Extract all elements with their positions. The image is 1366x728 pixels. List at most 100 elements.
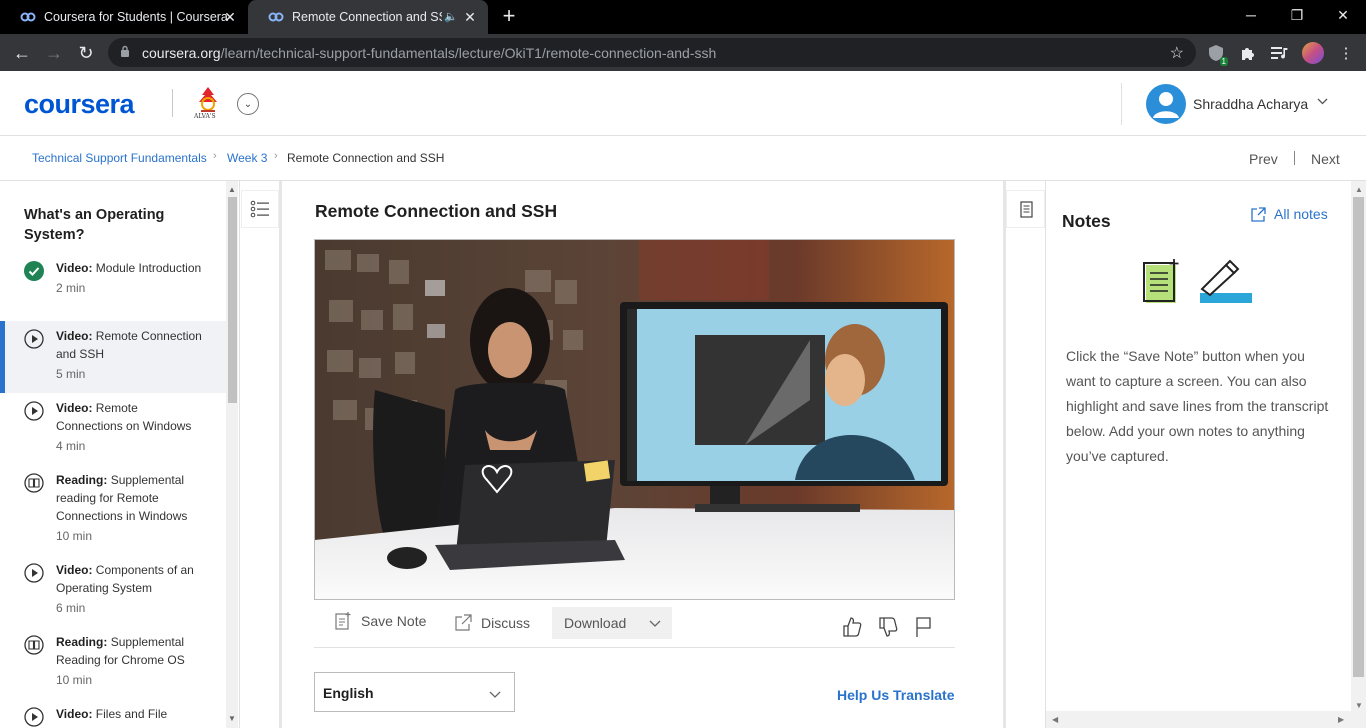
chevron-down-icon[interactable] xyxy=(1317,97,1328,108)
url-text: coursera.org/learn/technical-support-fun… xyxy=(142,45,717,61)
shield-extension-icon[interactable]: 1 xyxy=(1206,43,1228,66)
close-tab-icon[interactable]: ✕ xyxy=(462,9,478,25)
new-tab-button[interactable]: + xyxy=(498,5,520,28)
scroll-down-arrow-icon[interactable]: ▼ xyxy=(228,714,236,723)
discuss-label: Discuss xyxy=(481,615,531,631)
video-frame xyxy=(315,240,954,599)
speaker-icon[interactable]: 🔈 xyxy=(444,10,458,23)
close-window-icon[interactable]: ✕ xyxy=(1320,0,1366,30)
profile-avatar-icon[interactable] xyxy=(1302,42,1324,64)
notes-panel: Notes All notes Click the “Save Note” bu… xyxy=(1045,181,1366,728)
chevron-down-icon[interactable]: ⌄ xyxy=(237,93,259,115)
flag-icon[interactable] xyxy=(914,616,934,638)
item-kind: Reading: xyxy=(56,473,108,487)
course-sidebar: What's an Operating System? Video: Modul… xyxy=(0,181,240,728)
item-duration: 5 min xyxy=(56,367,86,381)
external-link-icon xyxy=(1251,206,1266,222)
breadcrumb-current: Remote Connection and SSH xyxy=(287,151,445,165)
coursera-favicon-icon xyxy=(268,9,284,25)
back-icon[interactable]: ← xyxy=(9,40,35,66)
thumbs-down-icon[interactable] xyxy=(878,616,898,638)
language-value: English xyxy=(323,685,374,701)
bookmark-star-icon[interactable]: ☆ xyxy=(1170,43,1184,63)
sidebar-item-components-of-os[interactable]: Video: Components of an Operating System… xyxy=(0,555,226,627)
notes-scrollbar-thumb[interactable] xyxy=(1353,197,1364,677)
site-header: coursera ALVA'S ⌄ Shraddha Acharya xyxy=(0,71,1366,136)
user-divider xyxy=(1121,83,1122,125)
all-notes-link[interactable]: All notes xyxy=(1251,206,1328,222)
outline-divider xyxy=(279,181,282,728)
coursera-logo[interactable]: coursera xyxy=(24,89,135,120)
reading-book-icon xyxy=(24,473,44,493)
chrome-menu-icon[interactable]: ⋮ xyxy=(1336,43,1356,63)
scroll-left-arrow-icon[interactable]: ◀ xyxy=(1052,715,1058,724)
breadcrumb: Technical Support Fundamentals › Week 3 … xyxy=(0,136,1366,181)
download-dropdown[interactable]: Download xyxy=(552,607,672,639)
next-button[interactable]: Next xyxy=(1311,151,1340,167)
help-translate-link[interactable]: Help Us Translate xyxy=(837,687,955,703)
coursera-favicon-icon xyxy=(20,9,36,25)
forward-icon[interactable]: → xyxy=(41,40,67,66)
sidebar-scrollbar-thumb[interactable] xyxy=(228,197,237,403)
sidebar-item-remote-connections-on-windows[interactable]: Video: Remote Connections on Windows 4 mi… xyxy=(0,393,226,465)
play-circle-icon xyxy=(24,401,44,421)
address-bar[interactable]: coursera.org/learn/technical-support-fun… xyxy=(108,38,1196,67)
extension-badge: 1 xyxy=(1219,57,1228,66)
breadcrumb-course-link[interactable]: Technical Support Fundamentals xyxy=(32,151,207,165)
extensions-puzzle-icon[interactable] xyxy=(1238,43,1258,63)
breadcrumb-week-link[interactable]: Week 3 xyxy=(227,151,267,165)
video-actions-bar: Save Note Discuss Download xyxy=(314,600,955,648)
minimize-icon[interactable]: ─ xyxy=(1228,0,1274,30)
scroll-up-arrow-icon[interactable]: ▲ xyxy=(1355,185,1363,194)
play-circle-icon xyxy=(24,329,44,349)
reading-book-icon xyxy=(24,635,44,655)
user-avatar-icon[interactable] xyxy=(1146,84,1186,124)
toggle-course-outline-button[interactable] xyxy=(241,190,279,228)
lock-icon xyxy=(121,45,129,57)
thumbs-up-icon[interactable] xyxy=(842,616,862,638)
scroll-down-arrow-icon[interactable]: ▼ xyxy=(1355,701,1363,710)
prev-button[interactable]: Prev xyxy=(1249,151,1278,167)
external-link-icon xyxy=(455,614,472,631)
media-control-icon[interactable] xyxy=(1270,43,1290,63)
reload-icon[interactable]: ↻ xyxy=(73,40,99,66)
item-kind: Video: xyxy=(56,401,93,415)
download-label: Download xyxy=(564,615,627,631)
notes-document-icon xyxy=(1020,201,1033,218)
close-tab-icon[interactable]: ✕ xyxy=(222,9,238,25)
item-kind: Video: xyxy=(56,563,93,577)
item-kind: Video: xyxy=(56,261,93,275)
sidebar-item-remote-connection-and-ssh[interactable]: Video: Remote Connection and SSH 5 min xyxy=(0,321,226,393)
video-player[interactable] xyxy=(314,239,955,600)
play-circle-icon xyxy=(24,707,44,727)
browser-tab-1[interactable]: Coursera for Students | Coursera ✕ xyxy=(0,0,248,34)
notes-horizontal-scrollbar[interactable] xyxy=(1046,711,1351,728)
completed-check-icon xyxy=(24,261,44,281)
browser-tab-2[interactable]: Remote Connection and SSH 🔈 ✕ xyxy=(248,0,488,34)
browser-tab-bar: Coursera for Students | Coursera ✕ Remot… xyxy=(0,0,1366,34)
discuss-button[interactable]: Discuss xyxy=(454,612,530,634)
logo-divider xyxy=(172,89,173,117)
play-circle-icon xyxy=(24,563,44,583)
save-note-button[interactable]: Save Note xyxy=(334,610,426,632)
restore-icon[interactable]: ❐ xyxy=(1274,0,1320,30)
sidebar-item-supplemental-reading-windows[interactable]: Reading: Supplemental reading for Remote… xyxy=(0,465,226,555)
notes-empty-description: Click the “Save Note” button when you wa… xyxy=(1066,348,1329,464)
toggle-notes-button[interactable] xyxy=(1006,190,1045,228)
browser-toolbar: ← → ↻ coursera.org/learn/technical-suppo… xyxy=(0,34,1366,71)
scroll-right-arrow-icon[interactable]: ▶ xyxy=(1338,715,1344,724)
partner-logo[interactable]: ALVA'S xyxy=(192,85,224,121)
section-title: What's an Operating System? xyxy=(24,207,165,243)
item-kind: Video: xyxy=(56,707,93,721)
item-kind: Reading: xyxy=(56,635,108,649)
user-name[interactable]: Shraddha Acharya xyxy=(1193,96,1308,112)
sidebar-item-module-introduction[interactable]: Video: Module Introduction 2 min xyxy=(0,253,226,315)
list-icon xyxy=(250,200,269,218)
scroll-up-arrow-icon[interactable]: ▲ xyxy=(228,185,236,194)
subtitle-language-select[interactable]: English xyxy=(314,672,515,712)
item-title: Files and File xyxy=(95,707,168,721)
item-duration: 10 min xyxy=(56,673,93,687)
sidebar-item-supplemental-reading-chrome-os[interactable]: Reading: Supplemental Reading for Chrome… xyxy=(0,627,226,699)
sidebar-item-files-and-file[interactable]: Video: Files and File xyxy=(0,699,226,728)
chevron-down-icon xyxy=(649,620,661,627)
